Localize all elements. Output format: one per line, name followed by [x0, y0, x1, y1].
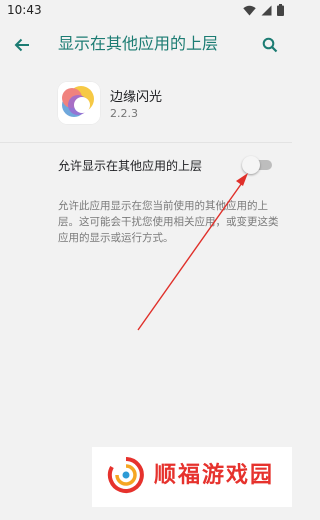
overlay-permission-label: 允许显示在其他应用的上层: [58, 159, 203, 173]
status-time: 10:43: [7, 3, 42, 17]
signal-icon: [261, 5, 272, 15]
status-icons: [243, 4, 284, 16]
watermark-logo-icon: [107, 457, 144, 493]
switch-thumb: [242, 156, 260, 174]
app-icon: [58, 82, 100, 124]
app-bar: 显示在其他应用的上层: [0, 20, 292, 70]
back-arrow-icon: [14, 38, 29, 52]
wifi-icon: [243, 5, 256, 15]
watermark-text: 顺福游戏园: [154, 463, 275, 488]
battery-icon: [277, 4, 284, 16]
watermark: 顺福游戏园: [92, 447, 292, 507]
search-button[interactable]: [257, 32, 283, 58]
app-header: 边缘闪光 2.2.3: [0, 70, 292, 142]
search-icon: [262, 37, 278, 53]
app-name: 边缘闪光: [110, 90, 163, 105]
app-version: 2.2.3: [110, 107, 138, 120]
overlay-permission-row[interactable]: 允许显示在其他应用的上层: [0, 148, 292, 182]
page-title: 显示在其他应用的上层: [58, 34, 219, 53]
overlay-permission-switch[interactable]: [242, 156, 272, 174]
back-button[interactable]: [9, 32, 35, 58]
overlay-permission-description: 允许此应用显示在您当前使用的其他应用的上层。这可能会干扰您使用相关应用，或变更这…: [58, 200, 279, 244]
status-bar: 10:43: [0, 0, 292, 20]
divider: [0, 142, 292, 143]
